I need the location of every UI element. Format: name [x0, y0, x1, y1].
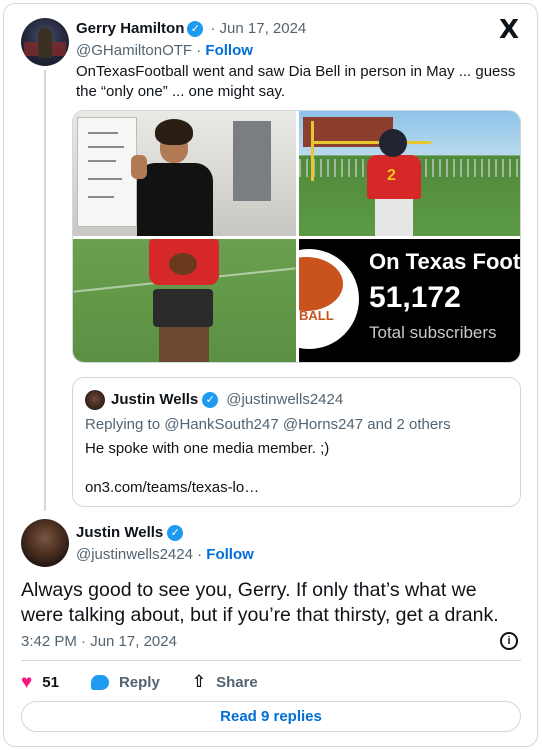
quoted-header: Justin Wells ✓ @justinwells2424 — [111, 391, 343, 408]
heart-icon: ♥ — [21, 671, 33, 693]
parent-handle-row: @GHamiltonOTF · Follow — [76, 42, 253, 59]
main-avatar[interactable] — [21, 519, 69, 567]
parent-date[interactable]: · Jun 17, 2024 — [210, 20, 306, 37]
separator-dot: · — [197, 546, 203, 563]
photo-qb-throwing[interactable] — [73, 239, 296, 362]
quoted-text: He spoke with one media member. ;) — [85, 440, 330, 457]
quoted-replying-to: Replying to @HankSouth247 @Horns247 and … — [85, 416, 451, 433]
quoted-author-name: Justin Wells — [111, 391, 199, 408]
verified-badge-icon: ✓ — [167, 524, 184, 541]
parent-handle[interactable]: @GHamiltonOTF — [76, 42, 192, 59]
photo-subscriber-card[interactable]: XAS BALL On Texas Foot 51,172 Total subs… — [299, 239, 521, 362]
divider — [21, 660, 521, 661]
share-label: Share — [216, 673, 258, 691]
subscriber-card-title: On Texas Foot — [369, 249, 521, 274]
share-icon: ⇧ — [191, 672, 207, 691]
read-replies-button[interactable]: Read 9 replies — [21, 701, 521, 732]
quoted-avatar — [85, 390, 105, 410]
main-header: Justin Wells ✓ — [76, 524, 184, 541]
verified-badge-icon: ✓ — [187, 20, 204, 37]
share-button[interactable]: ⇧ Share — [192, 672, 258, 692]
quoted-link[interactable]: on3.com/teams/texas-lo… — [85, 479, 259, 496]
photo-classroom[interactable] — [73, 111, 296, 236]
main-author-name[interactable]: Justin Wells — [76, 524, 163, 541]
logo-text: XAS BALL — [299, 294, 334, 323]
info-icon[interactable]: i — [500, 632, 518, 650]
parent-avatar[interactable] — [21, 18, 69, 66]
photo-practice-field[interactable]: 2 — [299, 111, 520, 236]
main-follow-link[interactable]: Follow — [206, 546, 254, 563]
main-tweet-text: Always good to see you, Gerry. If only t… — [21, 579, 499, 626]
subscriber-count: 51,172 — [369, 281, 461, 314]
parent-header: Gerry Hamilton ✓ · Jun 17, 2024 — [76, 20, 306, 37]
reply-bubble-icon — [90, 674, 109, 690]
quoted-handle: @justinwells2424 — [226, 391, 344, 408]
x-logo-icon[interactable]: X — [497, 17, 521, 43]
main-handle-row: @justinwells2424 · Follow — [76, 546, 254, 563]
parent-author-name[interactable]: Gerry Hamilton — [76, 20, 184, 37]
separator-dot: · — [196, 42, 202, 59]
like-count: 51 — [42, 673, 59, 691]
action-bar: ♥ 51 Reply ⇧ Share — [21, 671, 290, 693]
parent-tweet-text: OnTexasFootball went and saw Dia Bell in… — [76, 63, 516, 100]
reply-label: Reply — [118, 673, 160, 691]
jersey-number: 2 — [387, 167, 396, 184]
subscriber-label: Total subscribers — [369, 323, 497, 342]
quoted-tweet[interactable]: Justin Wells ✓ @justinwells2424 Replying… — [72, 377, 521, 507]
main-handle[interactable]: @justinwells2424 — [76, 546, 193, 563]
verified-badge-icon: ✓ — [202, 391, 219, 408]
reply-button[interactable]: Reply — [90, 673, 160, 691]
thread-line — [44, 70, 46, 511]
main-timestamp[interactable]: 3:42 PM · Jun 17, 2024 — [21, 633, 177, 650]
parent-follow-link[interactable]: Follow — [205, 42, 253, 59]
media-grid: 2 XAS BALL On Texas Foot 51,172 Total su… — [72, 110, 521, 363]
like-button[interactable]: ♥ 51 — [21, 673, 59, 692]
